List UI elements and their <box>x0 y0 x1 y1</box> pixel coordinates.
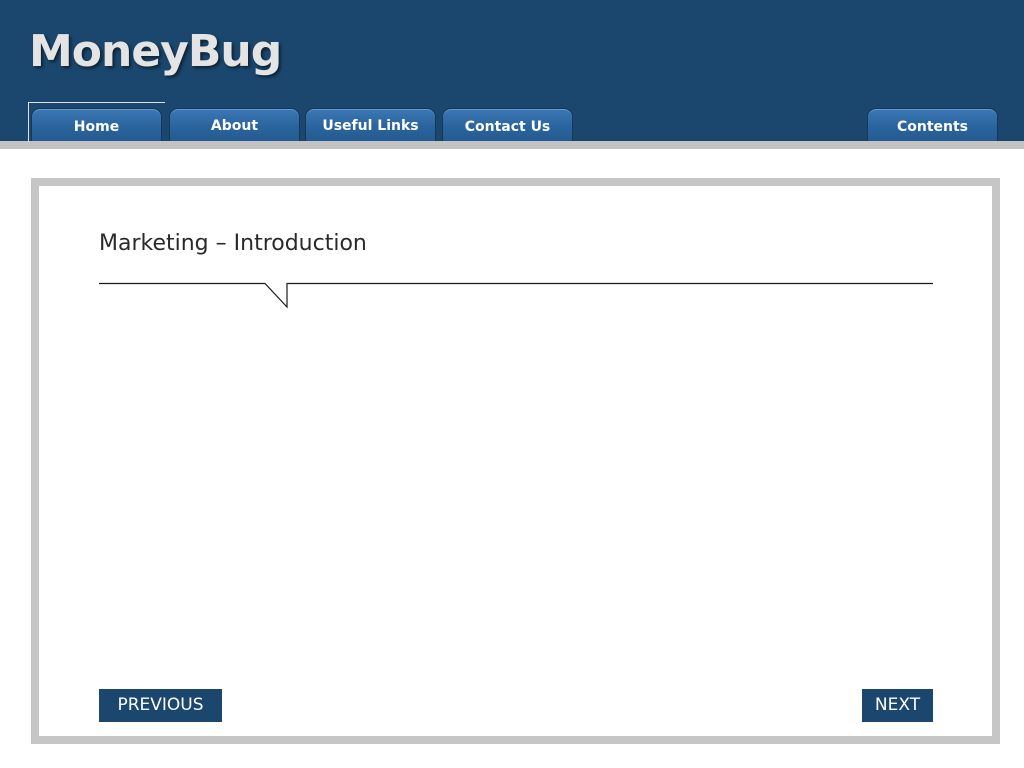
tab-home-label: Home <box>73 119 120 135</box>
slide-title: Marketing – Introduction <box>99 231 367 256</box>
tab-contact-us-label: Contact Us <box>464 119 551 135</box>
title-divider <box>99 282 933 309</box>
tab-useful-links[interactable]: Useful Links <box>305 108 436 141</box>
tab-contents-label: Contents <box>896 119 969 135</box>
tab-useful-links-label: Useful Links <box>322 118 419 134</box>
content-frame <box>31 178 1000 744</box>
tab-contents[interactable]: Contents <box>867 108 998 141</box>
previous-button[interactable]: PREVIOUS <box>99 689 222 722</box>
tab-about[interactable]: About <box>169 108 300 141</box>
tab-about-label: About <box>210 118 259 134</box>
next-button[interactable]: NEXT <box>862 689 933 722</box>
tab-home[interactable]: Home <box>31 108 162 141</box>
page: MoneyBug Home About Useful Links Contact… <box>0 0 1024 768</box>
tab-contact-us[interactable]: Contact Us <box>442 108 573 141</box>
header-divider <box>0 141 1024 149</box>
brand-logo: MoneyBug <box>29 26 282 77</box>
